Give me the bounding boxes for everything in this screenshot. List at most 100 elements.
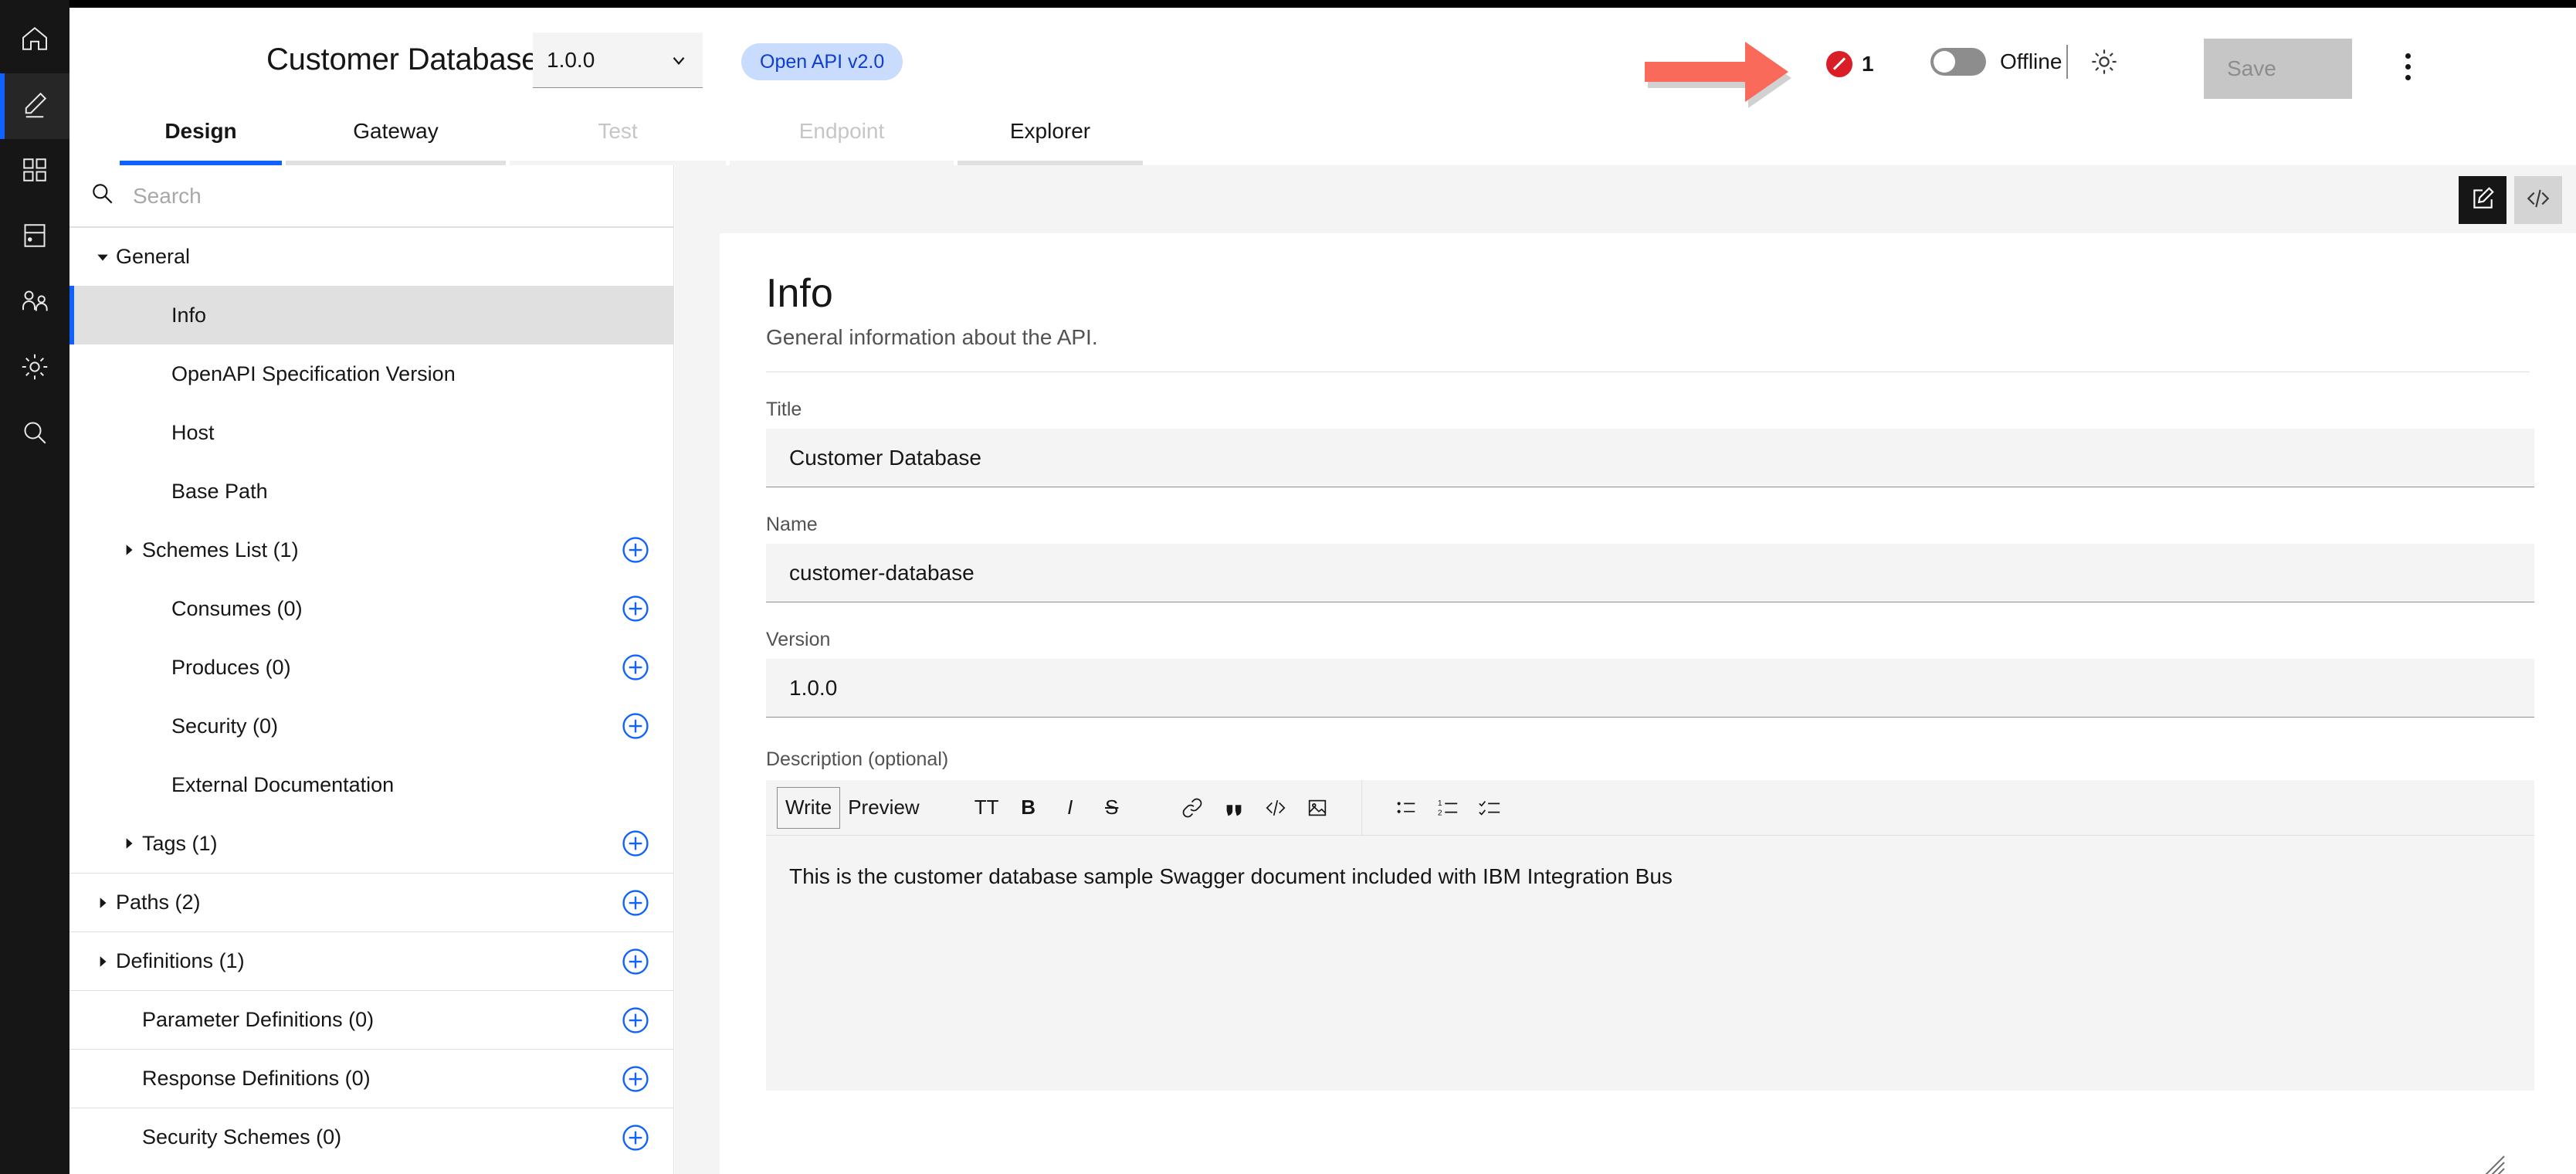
add-circle-icon[interactable]: [621, 1123, 650, 1152]
tree-item-label: Security (0): [171, 714, 279, 738]
form-view-button[interactable]: [2459, 176, 2507, 224]
tab-explorer[interactable]: Explorer: [958, 114, 1143, 165]
tree-item-label: Info: [171, 303, 207, 327]
add-circle-icon[interactable]: [621, 1064, 650, 1094]
openapi-version-badge[interactable]: Open API v2.0: [741, 43, 903, 80]
rail-item-design[interactable]: [0, 73, 69, 139]
link-icon[interactable]: [1171, 787, 1213, 829]
save-button[interactable]: Save: [2204, 39, 2352, 99]
code-icon[interactable]: [1255, 787, 1296, 829]
gear-icon: [2089, 46, 2120, 81]
version-input[interactable]: [766, 659, 2534, 718]
add-circle-icon[interactable]: [621, 1006, 650, 1035]
numbered-list-icon[interactable]: 12: [1427, 787, 1469, 829]
add-circle-icon[interactable]: [621, 888, 650, 918]
rail-item-settings[interactable]: [0, 336, 69, 402]
tree-item-general[interactable]: General: [69, 227, 673, 286]
gear-icon: [19, 351, 50, 386]
panel-title: Info: [766, 271, 833, 316]
tree-item-host[interactable]: Host: [69, 403, 673, 462]
description-textarea[interactable]: [766, 836, 2534, 1091]
add-circle-icon[interactable]: [621, 594, 650, 623]
name-input[interactable]: [766, 544, 2534, 603]
tree-item-label: Paths (2): [116, 891, 201, 914]
primary-navigation-rail: [0, 0, 69, 1174]
bold-icon[interactable]: B: [1008, 787, 1049, 829]
tree-item-external-documentation[interactable]: External Documentation: [69, 755, 673, 814]
tree-item-openapi-specification-version[interactable]: OpenAPI Specification Version: [69, 344, 673, 403]
tab-endpoint: Endpoint: [730, 114, 954, 165]
overflow-menu-button[interactable]: [2386, 46, 2429, 87]
tab-gateway[interactable]: Gateway: [286, 114, 506, 165]
overflow-dot: [2405, 53, 2411, 59]
tree-item-response-definitions-0[interactable]: Response Definitions (0): [69, 1049, 673, 1108]
description-label: Description (optional): [766, 748, 949, 771]
offline-toggle-group[interactable]: Offline: [1930, 48, 2062, 76]
tree-item-base-path[interactable]: Base Path: [69, 462, 673, 521]
settings-button[interactable]: [2081, 45, 2127, 82]
editor-preview-button[interactable]: Preview: [840, 787, 927, 829]
rail-item-search[interactable]: [0, 402, 69, 467]
rail-item-catalog[interactable]: [0, 205, 69, 270]
chevron-right-icon[interactable]: [116, 836, 142, 850]
overflow-dot: [2405, 63, 2411, 70]
italic-icon[interactable]: I: [1049, 787, 1091, 829]
tree-item-schemes-list-1[interactable]: Schemes List (1): [69, 521, 673, 579]
error-count-badge[interactable]: 1: [1826, 51, 1874, 77]
tree-item-security-0[interactable]: Security (0): [69, 697, 673, 755]
bulleted-list-icon[interactable]: [1385, 787, 1427, 829]
title-input[interactable]: [766, 429, 2534, 488]
tree-item-label: External Documentation: [171, 772, 395, 796]
resize-grip-icon[interactable]: [2484, 1155, 2506, 1174]
tree-item-info[interactable]: Info: [69, 286, 673, 344]
add-circle-icon[interactable]: [621, 711, 650, 741]
add-circle-icon[interactable]: [621, 947, 650, 976]
outline-search-row: [69, 165, 673, 227]
tree-item-label: Host: [171, 420, 215, 444]
tree-item-produces-0[interactable]: Produces (0): [69, 638, 673, 697]
search-input[interactable]: [133, 183, 596, 209]
chevron-right-icon[interactable]: [90, 955, 116, 969]
field-label: Version: [766, 629, 831, 651]
tree-item-definitions-1[interactable]: Definitions (1): [69, 931, 673, 990]
checklist-icon[interactable]: [1469, 787, 1510, 829]
toolbar-separator: [1361, 779, 1362, 836]
edit-icon: [19, 89, 50, 124]
heading-icon[interactable]: TT: [966, 787, 1008, 829]
offline-toggle[interactable]: [1930, 48, 1986, 76]
chevron-down-icon: [669, 50, 689, 70]
strikethrough-icon[interactable]: S: [1091, 787, 1133, 829]
version-select-value: 1.0.0: [547, 47, 595, 72]
app-header: Customer Database 1.0.0 Open API v2.0 1 …: [69, 8, 2576, 114]
quote-icon[interactable]: [1213, 787, 1255, 829]
tree-item-parameter-definitions-0[interactable]: Parameter Definitions (0): [69, 990, 673, 1049]
add-circle-icon[interactable]: [621, 535, 650, 565]
rail-item-apps[interactable]: [0, 139, 69, 205]
image-icon[interactable]: [1296, 787, 1338, 829]
tree-item-consumes-0[interactable]: Consumes (0): [69, 579, 673, 638]
editor-write-button[interactable]: Write: [777, 786, 841, 829]
tab-label: Design: [164, 119, 237, 143]
info-panel: Info General information about the API. …: [720, 233, 2576, 1174]
tree-item-label: Base Path: [171, 479, 268, 503]
rail-item-members[interactable]: [0, 270, 69, 336]
edit-document-icon: [2469, 185, 2496, 215]
version-select[interactable]: 1.0.0: [533, 32, 703, 88]
add-circle-icon[interactable]: [621, 653, 650, 682]
tree-item-paths-2[interactable]: Paths (2): [69, 873, 673, 931]
header-divider: [2066, 45, 2068, 79]
tree-item-label: Schemes List (1): [142, 538, 299, 562]
chevron-right-icon[interactable]: [90, 896, 116, 910]
tab-design[interactable]: Design: [120, 114, 282, 165]
tree-item-security-schemes-0[interactable]: Security Schemes (0): [69, 1108, 673, 1166]
chevron-right-icon[interactable]: [116, 543, 142, 557]
field-name: Name: [766, 514, 2534, 603]
source-view-button[interactable]: [2514, 176, 2562, 224]
chevron-down-icon[interactable]: [90, 250, 116, 264]
tab-test: Test: [510, 114, 726, 165]
tree-item-tags-1[interactable]: Tags (1): [69, 814, 673, 873]
field-version: Version: [766, 629, 2534, 718]
error-circle-icon: [1826, 51, 1852, 77]
add-circle-icon[interactable]: [621, 829, 650, 858]
rail-item-home[interactable]: [0, 8, 69, 73]
